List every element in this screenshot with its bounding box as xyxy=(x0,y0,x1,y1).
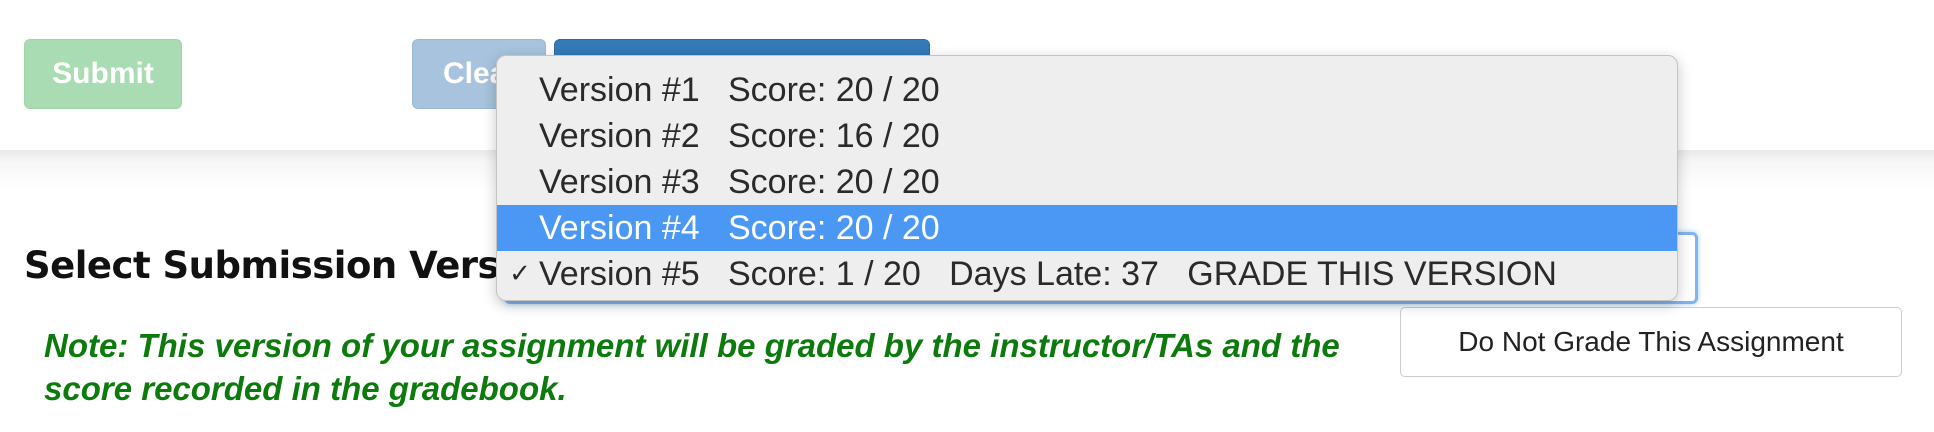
grading-note: Note: This version of your assignment wi… xyxy=(44,327,1340,407)
version-option-label: Version #2 Score: 16 / 20 xyxy=(539,116,940,155)
version-option-2[interactable]: Version #2 Score: 16 / 20 xyxy=(497,113,1677,159)
version-dropdown-menu: Version #1 Score: 20 / 20 Version #2 Sco… xyxy=(496,55,1678,301)
version-option-label: Version #3 Score: 20 / 20 xyxy=(539,162,940,201)
version-option-1[interactable]: Version #1 Score: 20 / 20 xyxy=(497,67,1677,113)
do-not-grade-button[interactable]: Do Not Grade This Assignment xyxy=(1400,307,1902,377)
submit-button[interactable]: Submit xyxy=(24,39,182,109)
version-option-4[interactable]: Version #4 Score: 20 / 20 xyxy=(497,205,1677,251)
version-option-label: Version #4 Score: 20 / 20 xyxy=(539,208,940,247)
select-version-label: Select Submission Version: xyxy=(24,244,577,287)
version-option-label: Version #5 Score: 1 / 20 Days Late: 37 G… xyxy=(539,254,1557,293)
version-option-label: Version #1 Score: 20 / 20 xyxy=(539,70,940,109)
version-option-5[interactable]: ✓ Version #5 Score: 1 / 20 Days Late: 37… xyxy=(497,251,1677,297)
version-option-3[interactable]: Version #3 Score: 20 / 20 xyxy=(497,159,1677,205)
check-icon: ✓ xyxy=(509,259,531,289)
page: Submit Clear Select Submission Version: … xyxy=(0,0,1934,432)
